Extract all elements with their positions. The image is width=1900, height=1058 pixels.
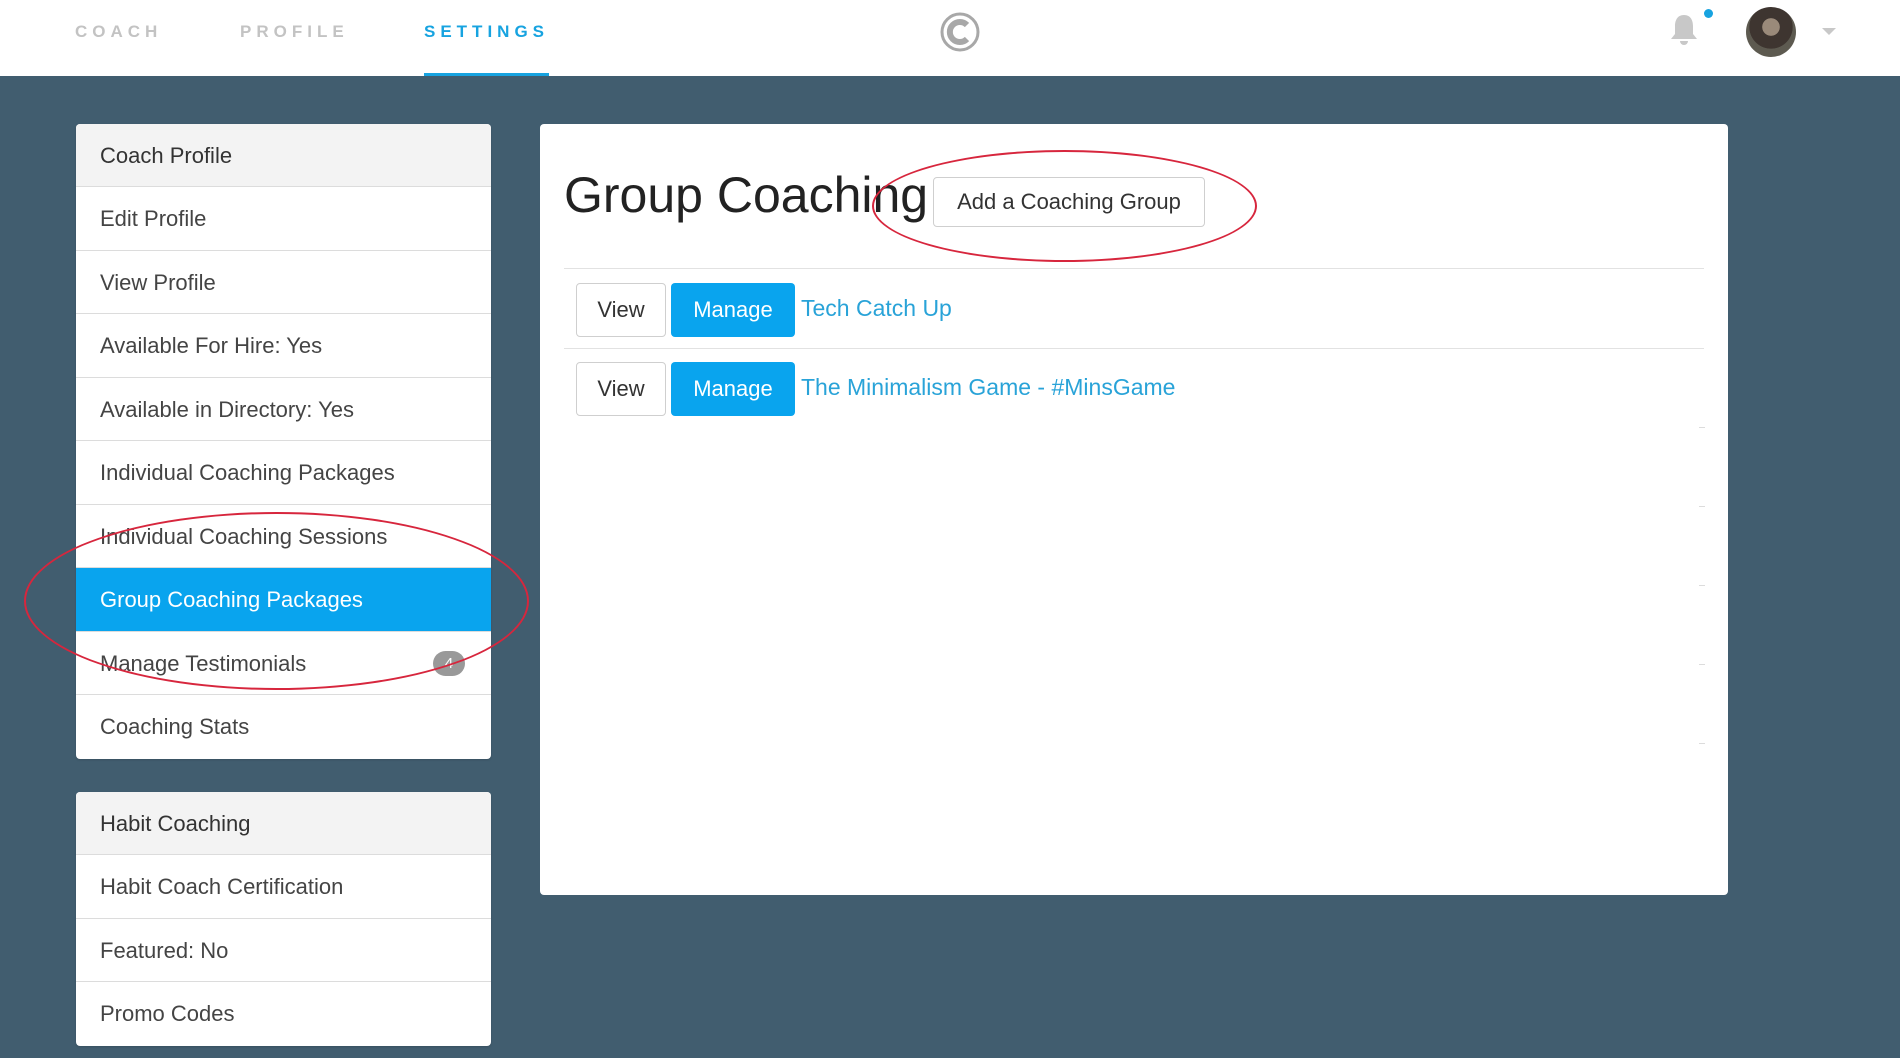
sidebar-item-label: Available in Directory: Yes [100,396,354,422]
divider [564,268,1704,269]
panel-heading: Coach Profile [76,124,491,187]
group-link[interactable]: The Minimalism Game - #MinsGame [801,374,1175,401]
sidebar-item-available-in-directory[interactable]: Available in Directory: Yes [76,378,491,441]
sidebar-item-label: Individual Coaching Packages [100,460,395,485]
edge-tick [1699,743,1705,744]
manage-button[interactable]: Manage [671,362,795,416]
sidebar-item-habit-coach-certification[interactable]: Habit Coach Certification [76,855,491,919]
tab-coach[interactable]: COACH [75,0,162,76]
count-badge: 4 [433,650,465,676]
main-content-card: Group Coaching Add a Coaching Group View… [540,124,1728,895]
habit-coaching-panel: Habit Coaching Habit Coach Certification… [76,792,491,1046]
edge-tick [1699,664,1705,665]
sidebar-item-label: Individual Coaching Sessions [100,523,388,549]
edge-tick [1699,506,1705,507]
sidebar-item-promo-codes[interactable]: Promo Codes [76,982,491,1046]
sidebar-item-individual-coaching-packages[interactable]: Individual Coaching Packages [76,441,491,505]
sidebar-item-view-profile[interactable]: View Profile [76,251,491,314]
sidebar-item-label: Group Coaching Packages [100,587,363,612]
sidebar-item-group-coaching-packages[interactable]: Group Coaching Packages [76,568,491,632]
notification-dot [1704,9,1713,18]
sidebar-item-coaching-stats[interactable]: Coaching Stats [76,695,491,759]
circle-c-logo-icon[interactable] [940,12,980,52]
sidebar-item-label: Manage Testimonials [100,650,307,676]
sidebar-item-label: View Profile [100,269,216,295]
sidebar-item-label: Habit Coach Certification [100,874,344,899]
sidebar-item-available-for-hire[interactable]: Available For Hire: Yes [76,314,491,378]
page-title: Group Coaching [564,167,929,223]
sidebar-item-label: Edit Profile [100,206,207,231]
sidebar-item-manage-testimonials[interactable]: Manage Testimonials 4 [76,632,491,695]
divider [564,348,1704,349]
manage-button[interactable]: Manage [671,283,795,337]
coach-profile-panel: Coach Profile Edit Profile View Profile … [76,124,491,759]
tab-settings[interactable]: SETTINGS [424,0,550,76]
tab-profile[interactable]: PROFILE [240,0,349,76]
group-link[interactable]: Tech Catch Up [801,295,952,322]
bell-icon[interactable] [1668,12,1700,48]
view-button[interactable]: View [576,283,666,337]
sidebar-item-label: Coaching Stats [100,714,250,739]
sidebar-item-individual-coaching-sessions[interactable]: Individual Coaching Sessions [76,505,491,568]
edge-tick [1699,427,1705,428]
avatar[interactable] [1746,7,1796,57]
edge-tick [1699,585,1705,586]
chevron-down-icon[interactable] [1822,28,1836,35]
top-navigation-bar: COACH PROFILE SETTINGS [0,0,1900,76]
sidebar-item-label: Available For Hire: Yes [100,333,323,358]
sidebar-item-label: Featured: No [100,937,229,963]
view-button[interactable]: View [576,362,666,416]
sidebar-item-label: Promo Codes [100,1001,235,1026]
panel-heading: Habit Coaching [76,792,491,855]
sidebar-item-edit-profile[interactable]: Edit Profile [76,187,491,251]
sidebar-item-featured[interactable]: Featured: No [76,919,491,982]
add-coaching-group-button[interactable]: Add a Coaching Group [933,177,1205,227]
